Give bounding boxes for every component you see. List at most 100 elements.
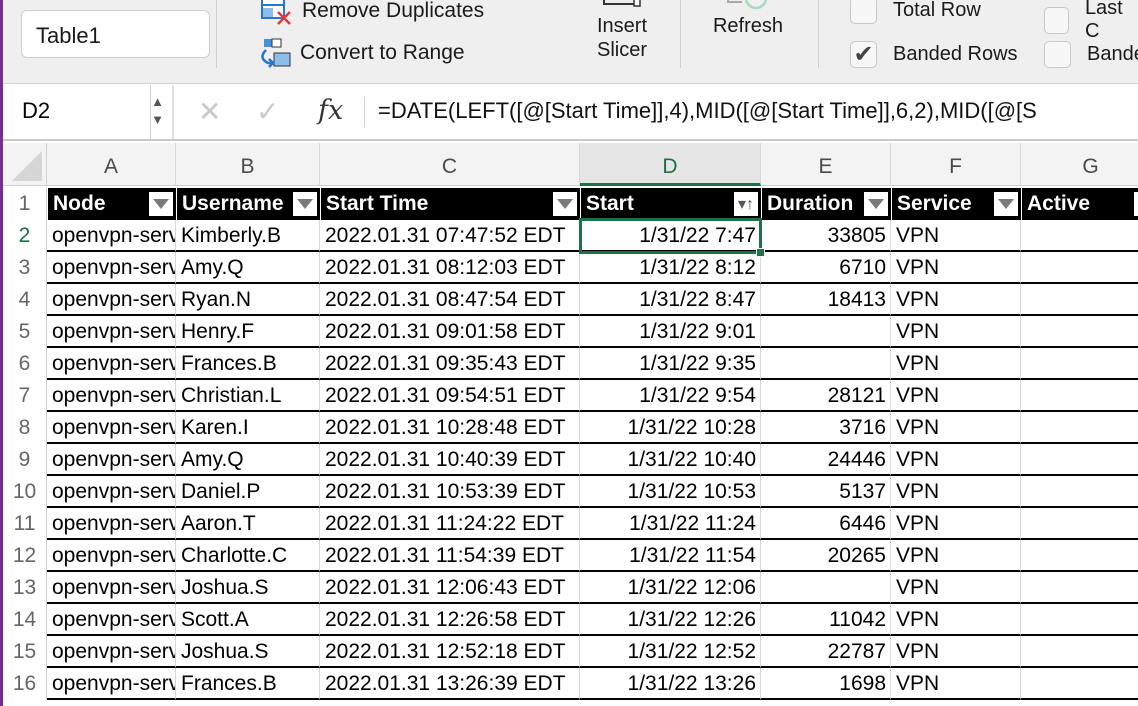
- cell-service[interactable]: VPN: [891, 604, 1021, 636]
- cell-start[interactable]: 1/31/22 9:35: [580, 348, 761, 380]
- table-header-node[interactable]: Node: [48, 188, 176, 220]
- name-box-stepper-icon[interactable]: ▲ ▼: [151, 93, 164, 129]
- cell-service[interactable]: VPN: [891, 252, 1021, 284]
- cell-duration[interactable]: [761, 348, 891, 380]
- cell-duration[interactable]: 1698: [761, 668, 891, 700]
- cell-start[interactable]: 1/31/22 12:52: [580, 636, 761, 668]
- cell-user[interactable]: Amy.Q: [176, 252, 320, 284]
- cancel-icon[interactable]: ✕: [198, 95, 221, 128]
- last-column-checkbox[interactable]: Last C: [1044, 0, 1138, 43]
- row-header[interactable]: 4: [3, 284, 47, 316]
- cell-start[interactable]: 1/31/22 10:40: [580, 444, 761, 476]
- cell-active[interactable]: 0: [1021, 316, 1138, 348]
- cell-active[interactable]: 0: [1021, 604, 1138, 636]
- cell-start[interactable]: 1/31/22 10:28: [580, 412, 761, 444]
- cell-service[interactable]: VPN: [891, 444, 1021, 476]
- cell-duration[interactable]: 6446: [761, 508, 891, 540]
- cell-node[interactable]: openvpn-server: [47, 540, 176, 572]
- cell-start[interactable]: 1/31/22 8:12: [580, 252, 761, 284]
- cell-node[interactable]: openvpn-server: [47, 380, 176, 412]
- cell-service[interactable]: VPN: [891, 668, 1021, 700]
- cell-start[interactable]: 1/31/22 8:47: [580, 284, 761, 316]
- cell-start-time[interactable]: 2022.01.31 11:24:22 EDT: [320, 508, 580, 540]
- cell-start[interactable]: 1/31/22 11:54: [580, 540, 761, 572]
- cell-start[interactable]: 1/31/22 9:54: [580, 380, 761, 412]
- column-header-g[interactable]: G: [1021, 143, 1138, 186]
- cell-duration[interactable]: 5137: [761, 476, 891, 508]
- cell-service[interactable]: VPN: [891, 572, 1021, 604]
- row-header[interactable]: 13: [3, 572, 47, 604]
- cell-service[interactable]: VPN: [891, 284, 1021, 316]
- column-header-f[interactable]: F: [891, 143, 1021, 186]
- cell-active[interactable]: 0: [1021, 284, 1138, 316]
- checkbox-box[interactable]: [1044, 41, 1071, 68]
- filter-dropdown-icon[interactable]: [149, 192, 173, 216]
- cell-duration[interactable]: 22787: [761, 636, 891, 668]
- refresh-button[interactable]: Refresh: [700, 0, 796, 38]
- cell-start[interactable]: 1/31/22 11:24: [580, 508, 761, 540]
- cell-user[interactable]: Joshua.S: [176, 572, 320, 604]
- row-header[interactable]: 7: [3, 380, 47, 412]
- row-header[interactable]: 10: [3, 476, 47, 508]
- column-header-a[interactable]: A: [47, 143, 176, 186]
- cell-user[interactable]: Ryan.N: [176, 284, 320, 316]
- cell-start-time[interactable]: 2022.01.31 12:52:18 EDT: [320, 636, 580, 668]
- cell-service[interactable]: VPN: [891, 476, 1021, 508]
- cell-node[interactable]: openvpn-server: [47, 604, 176, 636]
- cell-start[interactable]: 1/31/22 12:26: [580, 604, 761, 636]
- cell-start-time[interactable]: 2022.01.31 07:47:52 EDT: [320, 220, 580, 252]
- cell-active[interactable]: 0: [1021, 508, 1138, 540]
- insert-function-icon[interactable]: fx: [318, 95, 343, 126]
- row-header[interactable]: 9: [3, 444, 47, 476]
- banded-rows-checkbox[interactable]: ✔ Banded Rows: [850, 41, 1018, 68]
- row-header[interactable]: 8: [3, 412, 47, 444]
- cell-node[interactable]: openvpn-server: [47, 316, 176, 348]
- formula-input[interactable]: =DATE(LEFT([@[Start Time]],4),MID([@[Sta…: [378, 98, 1037, 124]
- cell-user[interactable]: Frances.B: [176, 668, 320, 700]
- checkbox-box[interactable]: [1044, 6, 1069, 34]
- convert-to-range-button[interactable]: Convert to Range: [258, 38, 465, 68]
- cell-node[interactable]: openvpn-server: [47, 252, 176, 284]
- table-header-username[interactable]: Username: [177, 188, 320, 220]
- filter-dropdown-icon[interactable]: [994, 192, 1018, 216]
- cell-user[interactable]: Amy.Q: [176, 444, 320, 476]
- cell-node[interactable]: openvpn-server: [47, 444, 176, 476]
- cell-service[interactable]: VPN: [891, 508, 1021, 540]
- cell-node[interactable]: openvpn-server: [47, 220, 176, 252]
- cell-start-time[interactable]: 2022.01.31 09:35:43 EDT: [320, 348, 580, 380]
- cell-start-time[interactable]: 2022.01.31 09:54:51 EDT: [320, 380, 580, 412]
- cell-duration[interactable]: 6710: [761, 252, 891, 284]
- row-header[interactable]: 1: [3, 188, 47, 220]
- row-header[interactable]: 6: [3, 348, 47, 380]
- column-header-c[interactable]: C: [320, 143, 580, 186]
- row-header[interactable]: 5: [3, 316, 47, 348]
- sort-ascending-icon[interactable]: ▾↑: [734, 192, 758, 216]
- cell-user[interactable]: Scott.A: [176, 604, 320, 636]
- table-header-start-time[interactable]: Start Time: [321, 188, 580, 220]
- cell-user[interactable]: Kimberly.B: [176, 220, 320, 252]
- row-header[interactable]: 16: [3, 668, 47, 700]
- cell-active[interactable]: 0: [1021, 252, 1138, 284]
- select-all-corner[interactable]: [3, 143, 47, 186]
- cell-service[interactable]: VPN: [891, 348, 1021, 380]
- cell-user[interactable]: Karen.I: [176, 412, 320, 444]
- cell-user[interactable]: Henry.F: [176, 316, 320, 348]
- cell-duration[interactable]: 24446: [761, 444, 891, 476]
- banded-columns-checkbox[interactable]: Bande: [1044, 41, 1138, 68]
- cell-node[interactable]: openvpn-server: [47, 508, 176, 540]
- cell-node[interactable]: openvpn-server: [47, 572, 176, 604]
- insert-slicer-button[interactable]: Insert Slicer: [580, 0, 664, 62]
- cell-start-time[interactable]: 2022.01.31 08:12:03 EDT: [320, 252, 580, 284]
- cell-duration[interactable]: 18413: [761, 284, 891, 316]
- column-header-d[interactable]: D: [580, 143, 761, 186]
- enter-icon[interactable]: ✓: [256, 95, 279, 128]
- cell-start-time[interactable]: 2022.01.31 10:28:48 EDT: [320, 412, 580, 444]
- cell-service[interactable]: VPN: [891, 540, 1021, 572]
- row-header[interactable]: 12: [3, 540, 47, 572]
- cell-start-time[interactable]: 2022.01.31 10:53:39 EDT: [320, 476, 580, 508]
- cell-user[interactable]: Daniel.P: [176, 476, 320, 508]
- cell-user[interactable]: Christian.L: [176, 380, 320, 412]
- name-box[interactable]: D2 ▲ ▼: [3, 85, 164, 139]
- cell-start-time[interactable]: 2022.01.31 11:54:39 EDT: [320, 540, 580, 572]
- cell-active[interactable]: 0: [1021, 668, 1138, 700]
